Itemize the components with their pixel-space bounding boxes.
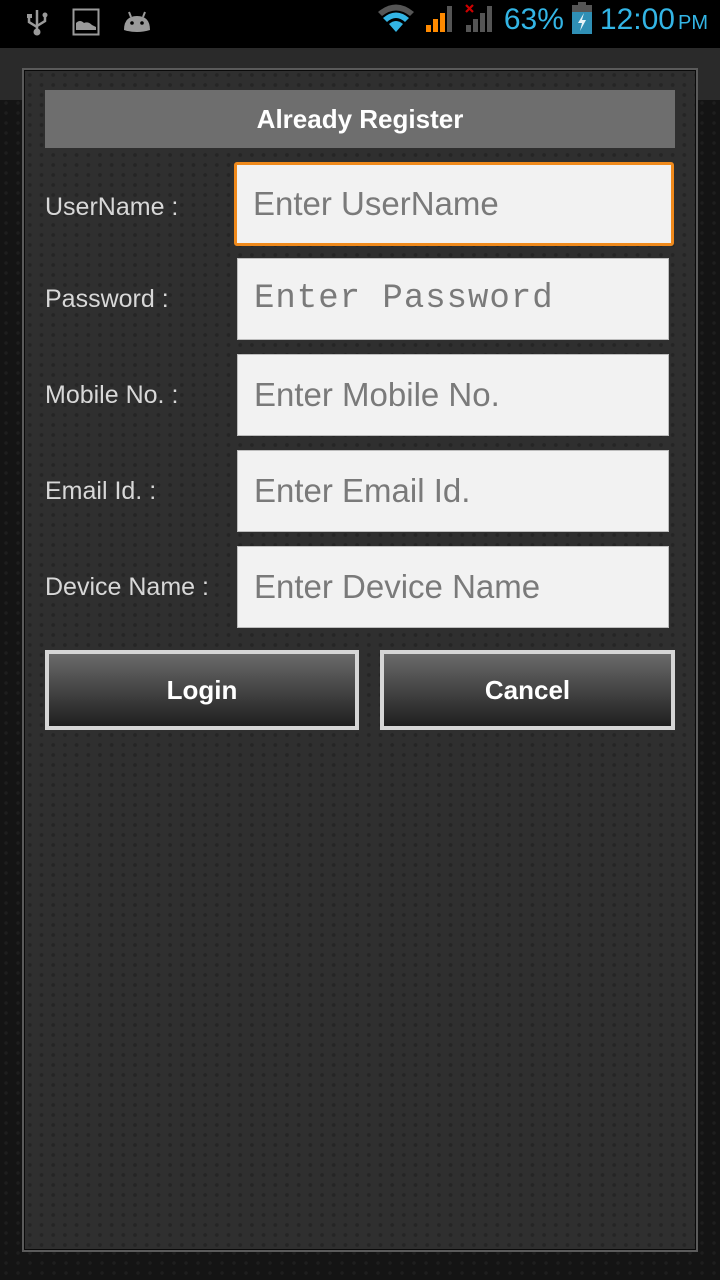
field-row-mobile: Mobile No. : (24, 354, 700, 436)
clock-time: 12:00 (599, 3, 675, 36)
usb-icon (24, 8, 50, 41)
device-name-label: Device Name : (45, 572, 209, 601)
login-dialog: Already Register UserName : Password : M… (22, 68, 698, 1252)
field-row-password: Password : (24, 258, 700, 340)
mobile-input[interactable] (237, 354, 669, 436)
clock-ampm: PM (678, 12, 708, 34)
password-label: Password : (45, 284, 169, 313)
login-button[interactable]: Login (45, 650, 359, 730)
android-debug-icon (122, 10, 152, 39)
cell-signal-icon (424, 3, 456, 38)
no-sim-signal-icon (464, 3, 496, 38)
battery-charging-icon (571, 1, 592, 39)
email-label: Email Id. : (45, 476, 157, 505)
username-label: UserName : (45, 192, 179, 221)
battery-percent: 63% (503, 3, 564, 36)
field-row-username: UserName : (24, 162, 700, 248)
clock: 12:00 PM (600, 3, 708, 37)
status-bar: 63% 12:00 PM (0, 0, 720, 48)
dialog-title: Already Register (45, 90, 675, 148)
email-input[interactable] (237, 450, 669, 532)
image-notification-icon (72, 8, 100, 41)
mobile-label: Mobile No. : (45, 380, 179, 409)
wifi-icon (376, 3, 416, 38)
username-input[interactable] (234, 162, 674, 246)
device-name-input[interactable] (237, 546, 669, 628)
field-row-device-name: Device Name : (24, 546, 700, 628)
cancel-button[interactable]: Cancel (380, 650, 675, 730)
password-input[interactable] (237, 258, 669, 340)
field-row-email: Email Id. : (24, 450, 700, 532)
